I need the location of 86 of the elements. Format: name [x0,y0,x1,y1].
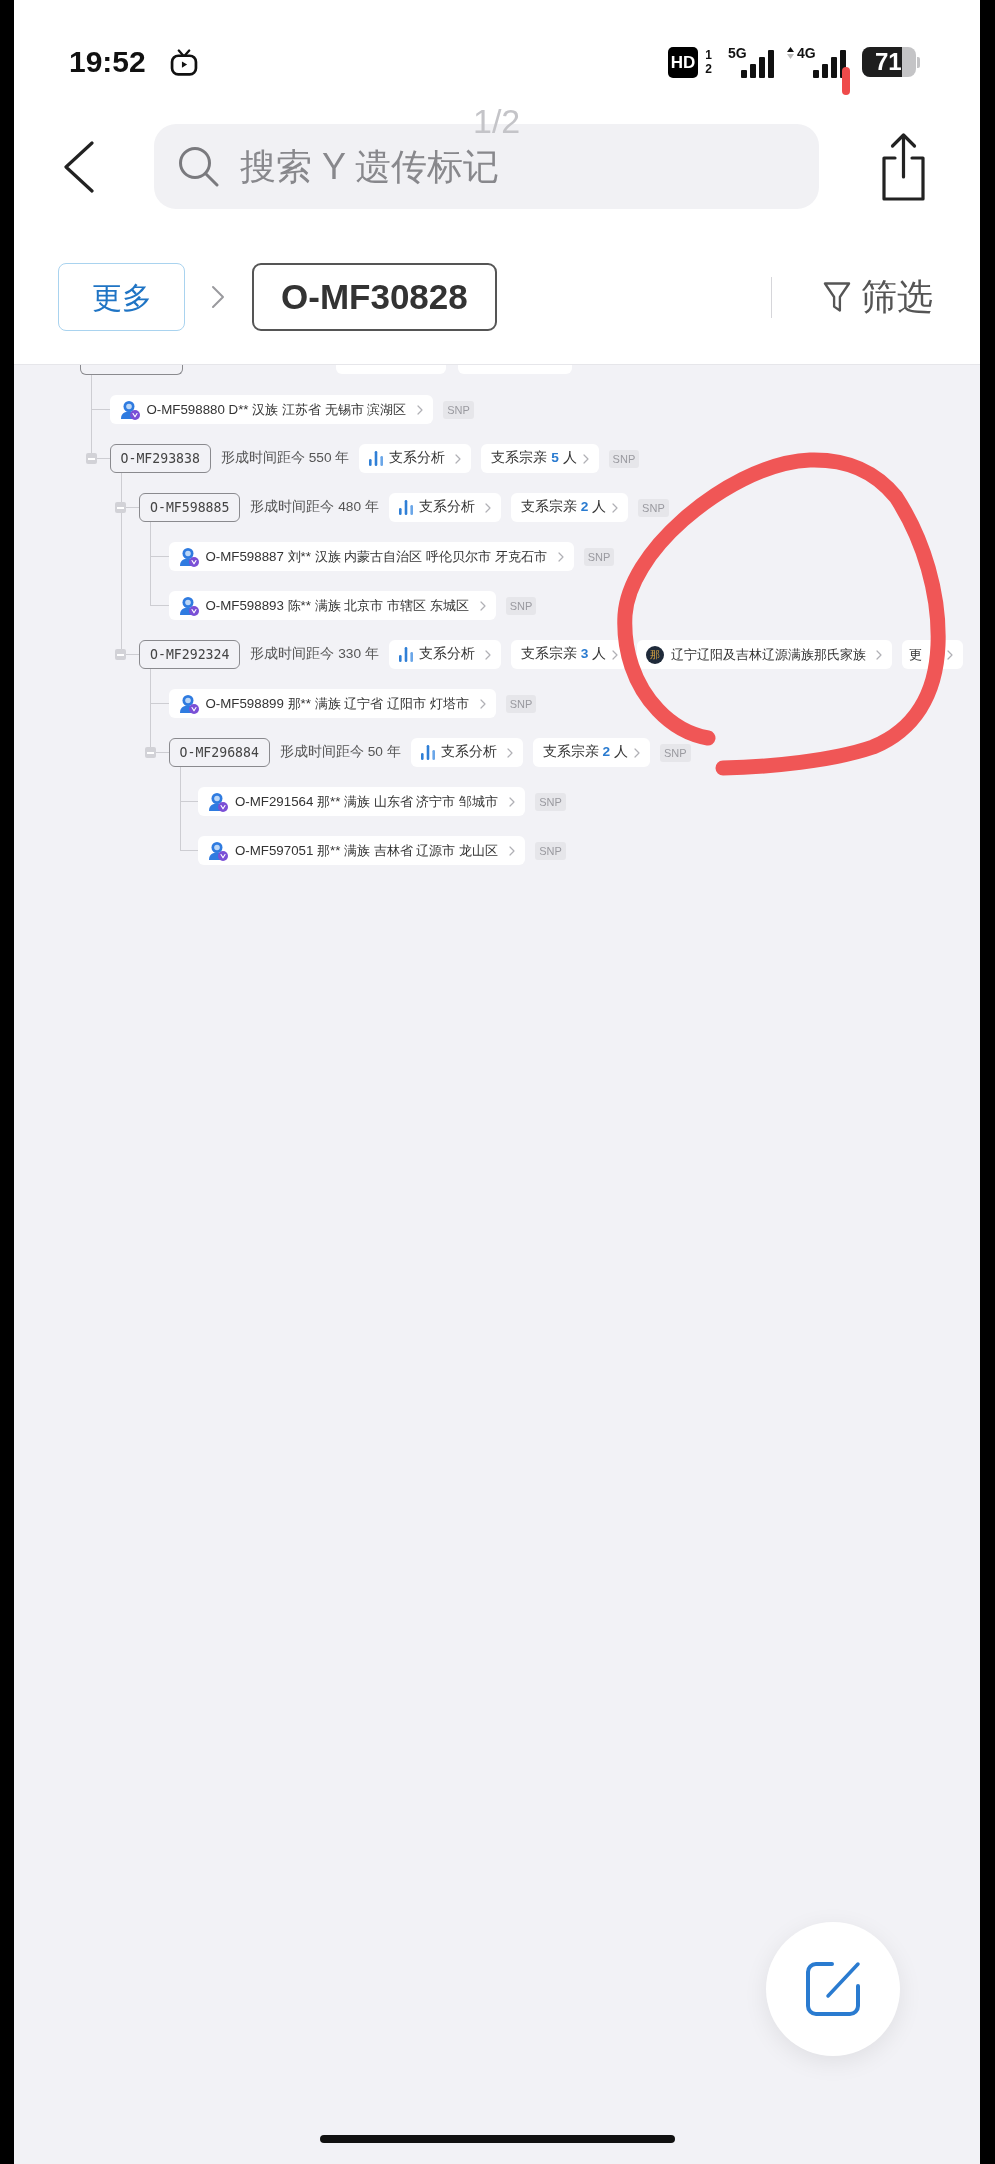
battery-level-text: 71 [875,49,902,75]
back-button[interactable] [63,140,94,193]
user-avatar-icon [178,595,199,616]
family-emblem: 那 [646,645,665,664]
user-avatar-icon [178,546,199,567]
signal-bars-icon [813,50,847,78]
edit-icon [804,1960,862,2018]
clock-time: 19:52 [69,47,146,77]
network-label: 5G [728,46,747,60]
node-label[interactable]: O-MF292324 [139,640,241,669]
sample-chip[interactable]: O-MF291564 那** 满族 山东省 济宁市 邹城市 [198,787,526,816]
user-avatar-icon [119,399,140,420]
tree-toggle[interactable] [115,502,126,513]
back-chevron-icon [63,140,94,193]
formation-time-text: 形成时间距今 480 年 [250,498,379,517]
node-label[interactable]: O-MF296884 [168,738,270,767]
family-link[interactable]: 那 辽宁辽阳及吉林辽源满族那氏家族 [637,640,893,669]
sample-chip[interactable]: O-MF598899 那** 满族 辽宁省 辽阳市 灯塔市 [168,689,496,718]
chevron-right-icon [479,600,486,611]
snp-tag: SNP [505,596,537,615]
relatives-link[interactable]: 支系宗亲 2 人 [532,738,650,767]
sim-slot-label: 1 [705,48,712,62]
sample-chip[interactable]: O-MF598887 刘** 汉族 内蒙古自治区 呼伦贝尔市 牙克石市 [168,542,574,571]
chevron-right-icon [484,502,491,513]
tv-icon [169,48,198,76]
annotation-mark [842,67,850,95]
tree-toggle[interactable] [85,453,97,464]
chevron-right-icon [484,649,491,660]
sample-chip[interactable]: O-MF597051 那** 满族 吉林省 辽源市 龙山区 [198,836,526,865]
tree-toggle[interactable] [144,747,156,758]
search-field[interactable]: 搜索 Y 遗传标记 [154,124,819,209]
tree-toggle[interactable] [115,649,126,660]
chevron-right-icon [211,285,225,309]
current-node-label: O-MF30828 [252,263,497,331]
relatives-link[interactable]: 支系宗亲 2 人 [510,493,629,522]
share-icon [879,131,928,202]
chevron-right-icon [417,404,424,415]
chevron-right-icon [509,845,516,856]
snp-tag: SNP [535,792,566,811]
chevron-right-icon [582,453,589,464]
branch-analysis-link[interactable]: 支系分析 [388,640,501,669]
filter-button[interactable]: 筛选 [823,270,933,324]
more-button[interactable]: 更多 [58,263,185,331]
branch-analysis-link[interactable]: 支系分析 [410,738,523,767]
chevron-right-icon [509,796,516,807]
chevron-right-icon [634,747,640,758]
chevron-right-icon [612,649,619,660]
search-icon [178,146,219,187]
snp-tag: SNP [583,547,615,566]
sample-chip[interactable]: O-MF598893 陈** 满族 北京市 市辖区 东城区 [168,591,496,620]
branch-analysis-link[interactable]: 支系分析 [388,493,501,522]
data-arrows-icon [787,47,794,59]
bar-chart-icon [420,745,435,760]
snp-tag: SNP [505,694,537,713]
bar-chart-icon [398,500,413,515]
user-avatar-icon [178,693,199,714]
bar-chart-icon [398,647,413,662]
snp-tag: SNP [660,743,691,762]
chevron-right-icon [455,453,462,464]
formation-time-text: 形成时间距今 550 年 [220,449,350,468]
snp-tag: SNP [638,498,669,517]
chevron-right-icon [612,502,619,513]
branch-analysis-link[interactable]: 支系分析 [359,444,472,473]
chevron-right-icon [479,698,486,709]
bar-chart-icon [369,451,384,466]
snp-tag: SNP [535,841,566,860]
chevron-right-icon [876,649,883,660]
relatives-link[interactable]: 支系宗亲 5 人 [481,444,599,473]
snp-tag: SNP [608,449,640,468]
formation-time-text: 形成时间距今 330 年 [250,645,379,664]
network-label: 4G [797,46,816,60]
battery-icon [862,47,920,77]
node-label[interactable]: O-MF598885 [139,493,241,522]
user-avatar-icon [208,840,228,861]
hd-badge: HD [667,46,699,78]
filter-icon [823,280,851,314]
formation-time-text: 形成时间距今 50 年 [279,743,401,762]
sim-slot-label: 2 [705,62,712,76]
share-button[interactable] [879,131,928,202]
user-avatar-icon [208,791,228,812]
snp-tag: SNP [443,400,474,419]
sample-chip[interactable]: O-MF598880 D** 汉族 江苏省 无锡市 滨湖区 [109,395,434,424]
chevron-right-icon [506,747,513,758]
node-label[interactable]: O-MF293838 [109,444,211,473]
chevron-right-icon [947,649,954,660]
chevron-right-icon [557,551,564,562]
